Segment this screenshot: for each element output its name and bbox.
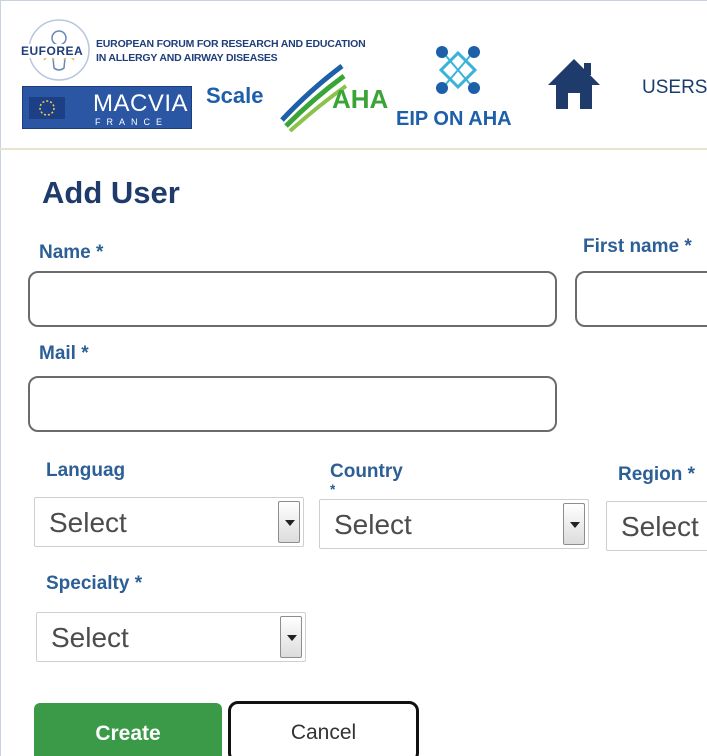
first-name-field[interactable] (575, 271, 707, 327)
cancel-button[interactable]: Cancel (228, 701, 419, 756)
mail-field[interactable] (28, 376, 557, 432)
name-field[interactable] (28, 271, 557, 327)
region-label: Region * (618, 464, 696, 485)
home-icon[interactable] (546, 57, 602, 111)
eip-label: EIP ON AHA (396, 108, 512, 130)
name-label: Name * (39, 242, 104, 263)
euforea-tagline-line1: EUROPEAN FORUM FOR RESEARCH AND EDUCATIO… (96, 38, 366, 50)
mail-label: Mail * (39, 343, 89, 364)
mail-input[interactable] (30, 378, 555, 430)
first-name-label: First name * (583, 236, 692, 257)
language-select[interactable]: Select (34, 497, 304, 547)
country-required-mark: * (330, 484, 336, 494)
first-name-input[interactable] (577, 273, 707, 325)
macvia-title: MACVIA (93, 90, 189, 117)
region-select[interactable]: Select (606, 501, 707, 551)
specialty-select-value: Select (51, 622, 129, 653)
chevron-down-icon[interactable] (278, 501, 300, 543)
region-select-value: Select (621, 511, 699, 542)
page-title: Add User (42, 175, 180, 210)
country-label: Country (330, 461, 403, 482)
chevron-down-icon[interactable] (563, 503, 585, 545)
language-label: Languag (46, 460, 126, 481)
euforea-wordmark: EUFOREA (21, 44, 84, 58)
chevron-down-icon[interactable] (280, 616, 302, 658)
specialty-select[interactable]: Select (36, 612, 306, 662)
create-button[interactable]: Create (34, 703, 222, 756)
country-select-value: Select (334, 509, 412, 540)
nav-users-link[interactable]: USERS (642, 77, 707, 99)
network-icon (436, 46, 480, 94)
macvia-subtitle: FRANCE (95, 117, 169, 127)
specialty-label: Specialty * (46, 573, 143, 594)
eu-flag-icon (29, 97, 65, 119)
scale-label: Scale (206, 83, 264, 108)
country-select[interactable]: Select (319, 499, 589, 549)
language-select-value: Select (49, 507, 127, 538)
name-input[interactable] (30, 273, 555, 325)
site-header: EUFOREA EUROPEAN FORUM FOR RESEARCH AND … (0, 0, 707, 150)
macvia-logo: MACVIA FRANCE (22, 86, 192, 129)
aha-label: AHA (332, 84, 389, 114)
